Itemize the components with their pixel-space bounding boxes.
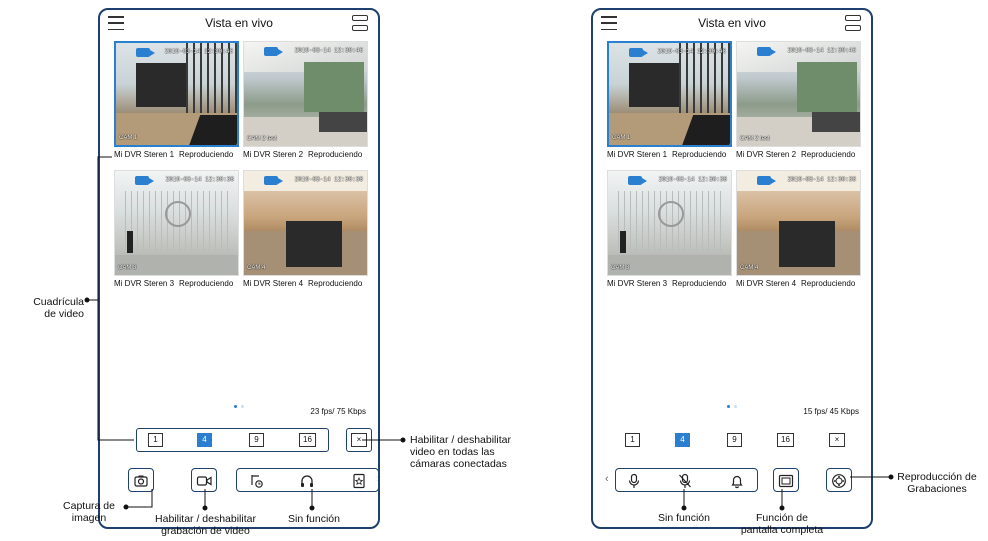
- device-list-icon[interactable]: [845, 15, 861, 31]
- annotation-video-grid: Cuadrícula de video: [33, 296, 84, 320]
- record-indicator-icon: [628, 176, 647, 185]
- top-bar: Vista en vivo: [593, 10, 871, 38]
- video-thumbnail[interactable]: 2019-03-14 12:30:38 CAM 3: [607, 170, 732, 276]
- video-cell-3[interactable]: 2019-03-14 12:30:38 CAM 3 Mi DVR Steren …: [607, 170, 732, 288]
- camera-caption: Mi DVR Steren 1 Reproduciendo: [114, 150, 234, 159]
- video-cell-1[interactable]: 2019-03-14 12:30:46 CAM 1 Mi DVR Steren …: [607, 41, 732, 159]
- video-cell-2[interactable]: 2019-03-14 12:30:46 CAM 2 test Mi DVR St…: [243, 41, 368, 159]
- timestamp: 2019-03-14 12:30:46: [657, 48, 726, 55]
- right-phone: Vista en vivo 2019-03-14 12:30:46 CAM 1 …: [591, 8, 873, 529]
- camera-caption: Mi DVR Steren 2 Reproduciendo: [243, 150, 363, 159]
- camera-caption: Mi DVR Steren 4 Reproduciendo: [243, 279, 363, 288]
- bell-icon[interactable]: [729, 473, 745, 489]
- timestamp: 2019-03-14 12:30:38: [294, 176, 363, 183]
- top-bar: Vista en vivo: [100, 10, 378, 38]
- device-list-icon[interactable]: [352, 15, 368, 31]
- video-cell-1[interactable]: 2019-03-14 12:30:46 CAM 1 Mi DVR Steren …: [114, 41, 239, 159]
- layout-1-button[interactable]: 1: [148, 433, 163, 447]
- record-indicator-icon: [757, 176, 776, 185]
- bitrate-readout: 23 fps/ 75 Kbps: [310, 407, 366, 416]
- timestamp: 2019-03-14 12:30:38: [787, 176, 856, 183]
- video-record-icon[interactable]: [196, 473, 212, 489]
- bookmark-icon[interactable]: [351, 473, 367, 489]
- chevron-right-icon[interactable]: ›: [377, 473, 378, 485]
- camera-caption: Mi DVR Steren 2 Reproduciendo: [736, 150, 856, 159]
- page-title: Vista en vivo: [698, 16, 766, 30]
- annotation-capture: Captura de imagen: [63, 500, 115, 524]
- layout-16-button[interactable]: 16: [299, 433, 316, 447]
- left-phone: Vista en vivo 2019-03-14 12:30:46 CAM 1 …: [98, 8, 380, 529]
- close-all-video-icon[interactable]: ×: [351, 433, 367, 447]
- layout-9-button[interactable]: 9: [727, 433, 742, 447]
- capture-frame: [128, 468, 154, 492]
- page-title: Vista en vivo: [205, 16, 273, 30]
- layout-1-button[interactable]: 1: [625, 433, 640, 447]
- timestamp: 2019-03-14 12:30:38: [165, 176, 234, 183]
- camera-caption: Mi DVR Steren 1 Reproduciendo: [607, 150, 727, 159]
- record-frame: [191, 468, 217, 492]
- playback-frame: [826, 468, 852, 492]
- ptz-icon[interactable]: [249, 473, 265, 489]
- timestamp: 2019-03-14 12:30:46: [787, 47, 856, 54]
- annotation-no-function-left: Sin función: [288, 513, 340, 525]
- camera-label: CAM 4: [740, 265, 759, 271]
- mute-mic-icon[interactable]: [677, 473, 693, 489]
- camera-label: CAM 4: [247, 265, 266, 271]
- timestamp: 2019-03-14 12:30:46: [164, 48, 233, 55]
- bitrate-readout: 15 fps/ 45 Kbps: [803, 407, 859, 416]
- camera-label: CAM 3: [611, 265, 630, 271]
- layout-4-button[interactable]: 4: [197, 433, 212, 447]
- camera-caption: Mi DVR Steren 3 Reproduciendo: [114, 279, 234, 288]
- video-cell-4[interactable]: 2019-03-14 12:30:38 CAM 4 Mi DVR Steren …: [243, 170, 368, 288]
- record-indicator-icon: [264, 47, 283, 56]
- camera-label: CAM 2 test: [740, 136, 770, 142]
- record-indicator-icon: [629, 48, 648, 57]
- video-thumbnail[interactable]: 2019-03-14 12:30:46 CAM 1: [607, 41, 732, 147]
- close-all-video-icon[interactable]: ×: [829, 433, 845, 447]
- chevron-left-icon[interactable]: ‹: [605, 473, 609, 485]
- camera-icon[interactable]: [133, 473, 149, 489]
- camera-label: CAM 1: [119, 135, 138, 141]
- record-indicator-icon: [757, 47, 776, 56]
- camera-label: CAM 2 test: [247, 136, 277, 142]
- fullscreen-icon[interactable]: [778, 473, 794, 489]
- video-thumbnail[interactable]: 2019-03-14 12:30:46 CAM 2 test: [736, 41, 861, 147]
- record-indicator-icon: [136, 48, 155, 57]
- layout-4-button[interactable]: 4: [675, 433, 690, 447]
- no-function-frame: [615, 468, 758, 492]
- annotation-no-function-right: Sin función: [658, 512, 710, 524]
- video-cell-3[interactable]: 2019-03-14 12:30:38 CAM 3 Mi DVR Steren …: [114, 170, 239, 288]
- video-cell-2[interactable]: 2019-03-14 12:30:46 CAM 2 test Mi DVR St…: [736, 41, 861, 159]
- record-indicator-icon: [264, 176, 283, 185]
- annotation-record: Habilitar / deshabilitar grabación de vi…: [155, 513, 256, 537]
- timestamp: 2019-03-14 12:30:38: [658, 176, 727, 183]
- layout-16-button[interactable]: 16: [777, 433, 794, 447]
- no-function-frame: [236, 468, 378, 492]
- annotation-playback: Reproducción de Grabaciones: [897, 471, 977, 495]
- camera-label: CAM 1: [612, 135, 631, 141]
- camera-caption: Mi DVR Steren 4 Reproduciendo: [736, 279, 856, 288]
- annotation-fullscreen: Función de pantalla completa: [740, 512, 824, 536]
- video-thumbnail[interactable]: 2019-03-14 12:30:38 CAM 4: [736, 170, 861, 276]
- layout-selector: 1 4 9 16 ×: [100, 428, 378, 452]
- record-indicator-icon: [135, 176, 154, 185]
- video-thumbnail[interactable]: 2019-03-14 12:30:38 CAM 3: [114, 170, 239, 276]
- headphones-icon[interactable]: [299, 473, 315, 489]
- layout-9-button[interactable]: 9: [249, 433, 264, 447]
- camera-label: CAM 3: [118, 265, 137, 271]
- layout-selector: 1 4 9 16 ×: [593, 433, 871, 451]
- annotation-toggle-all-video: Habilitar / deshabilitar video en todas …: [410, 434, 511, 470]
- video-cell-4[interactable]: 2019-03-14 12:30:38 CAM 4 Mi DVR Steren …: [736, 170, 861, 288]
- microphone-icon[interactable]: [626, 473, 642, 489]
- video-thumbnail[interactable]: 2019-03-14 12:30:46 CAM 2 test: [243, 41, 368, 147]
- page: Vista en vivo 2019-03-14 12:30:46 CAM 1 …: [0, 0, 988, 541]
- video-thumbnail[interactable]: 2019-03-14 12:30:38 CAM 4: [243, 170, 368, 276]
- playback-icon[interactable]: [831, 473, 847, 489]
- timestamp: 2019-03-14 12:30:46: [294, 47, 363, 54]
- camera-caption: Mi DVR Steren 3 Reproduciendo: [607, 279, 727, 288]
- fullscreen-frame: [773, 468, 799, 492]
- video-thumbnail[interactable]: 2019-03-14 12:30:46 CAM 1: [114, 41, 239, 147]
